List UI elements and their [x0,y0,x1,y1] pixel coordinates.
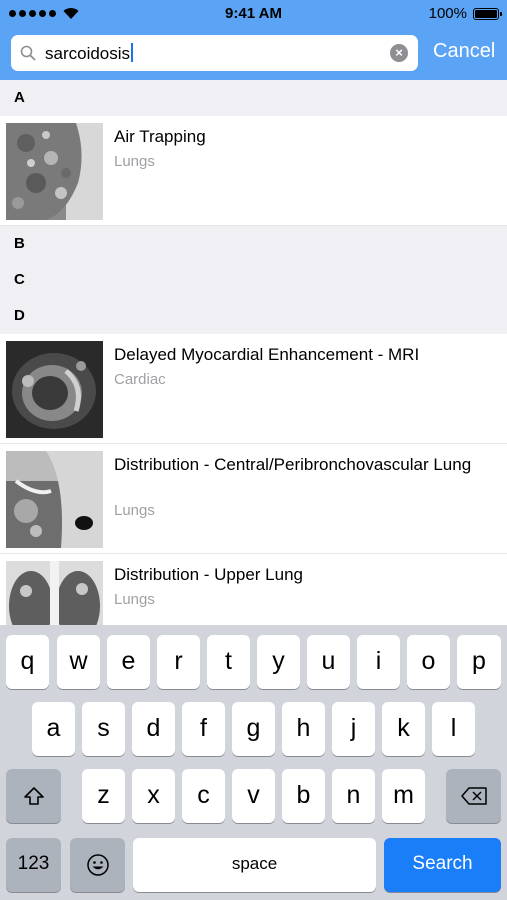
item-title: Distribution - Central/Peribronchovascul… [114,455,472,474]
key-b[interactable]: b [282,769,325,823]
list-item[interactable]: Delayed Myocardial Enhancement - MRI Car… [0,334,507,444]
search-bar: sarcoidosis × Cancel [0,28,507,80]
thumbnail-image [6,341,103,438]
section-header-b: B [0,226,507,262]
search-input[interactable]: sarcoidosis [45,43,134,64]
item-title: Distribution - Upper Lung [114,565,303,584]
key-e[interactable]: e [107,635,150,689]
item-category: Lungs [114,153,155,170]
item-category: Lungs [114,591,155,608]
status-bar: 9:41 AM 100% [0,0,507,28]
shift-icon [23,787,44,805]
item-title: Delayed Myocardial Enhancement - MRI [114,345,420,364]
key-p[interactable]: p [457,635,501,689]
list-item[interactable]: Distribution - Central/Peribronchovascul… [0,444,507,554]
space-key[interactable]: space [133,838,376,892]
section-header-d: D [0,298,507,334]
key-f[interactable]: f [182,702,225,756]
key-x[interactable]: x [132,769,175,823]
item-category: Lungs [114,502,155,519]
item-title: Air Trapping [114,127,206,146]
key-s[interactable]: s [82,702,125,756]
key-n[interactable]: n [332,769,375,823]
section-header-a: A [0,80,507,116]
search-field[interactable]: sarcoidosis × [11,35,418,71]
emoji-key[interactable] [70,838,125,892]
key-l[interactable]: l [432,702,475,756]
battery-icon [473,7,502,20]
key-a[interactable]: a [32,702,75,756]
delete-key[interactable] [446,769,501,823]
list-item[interactable]: Air Trapping Lungs [0,116,507,226]
results-list[interactable]: A Air Trapping Lungs B C D Delayed Myoca… [0,80,507,625]
shift-key[interactable] [6,769,61,823]
keyboard: q w e r t y u i o p a s d f g h j k l z … [0,625,507,900]
key-y[interactable]: y [257,635,300,689]
key-m[interactable]: m [382,769,425,823]
key-g[interactable]: g [232,702,275,756]
text-caret [131,43,134,62]
battery-indicator: 100% [428,5,502,22]
key-z[interactable]: z [82,769,125,823]
cancel-button[interactable]: Cancel [433,40,495,63]
key-w[interactable]: w [57,635,100,689]
search-key[interactable]: Search [384,838,501,892]
thumbnail-image [6,123,103,220]
clear-icon[interactable]: × [390,44,408,62]
section-header-c: C [0,262,507,298]
list-item[interactable]: Distribution - Upper Lung Lungs [0,554,507,625]
key-o[interactable]: o [407,635,450,689]
thumbnail-image [6,451,103,548]
key-d[interactable]: d [132,702,175,756]
key-u[interactable]: u [307,635,350,689]
backspace-icon [460,787,487,805]
key-v[interactable]: v [232,769,275,823]
thumbnail-image [6,561,103,625]
search-query: sarcoidosis [45,44,131,63]
battery-percent: 100% [428,5,467,22]
emoji-icon [86,854,109,876]
numbers-key[interactable]: 123 [6,838,61,892]
key-r[interactable]: r [157,635,200,689]
key-i[interactable]: i [357,635,400,689]
search-icon [20,45,36,61]
key-k[interactable]: k [382,702,425,756]
item-category: Cardiac [114,371,166,388]
key-c[interactable]: c [182,769,225,823]
key-q[interactable]: q [6,635,49,689]
key-h[interactable]: h [282,702,325,756]
key-t[interactable]: t [207,635,250,689]
key-j[interactable]: j [332,702,375,756]
